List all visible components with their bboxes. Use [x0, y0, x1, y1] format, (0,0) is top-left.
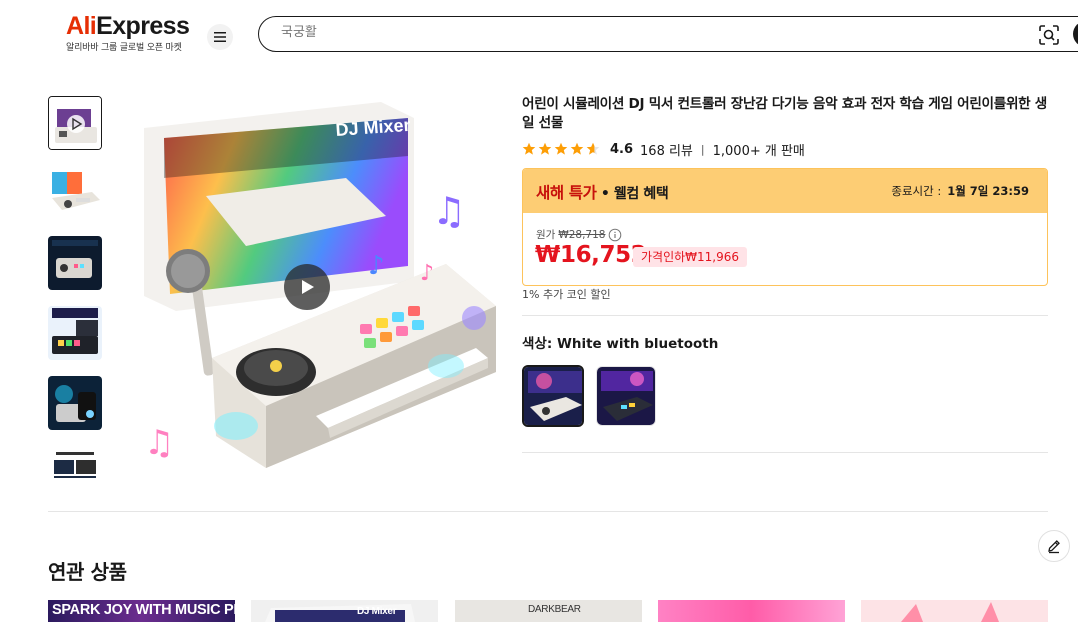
rating-value: 4.6	[610, 141, 634, 157]
star-icon	[554, 142, 568, 155]
sale-price: ₩16,752	[535, 242, 647, 268]
promo-end-value: 1월 7일 23:59	[947, 184, 1029, 198]
search-input[interactable]	[281, 25, 1001, 40]
svg-text:♪: ♪	[368, 251, 385, 281]
logo-text-express: Express	[96, 12, 190, 40]
original-price: 원가 ₩28,718	[536, 227, 622, 242]
color-label: 색상: White with bluetooth	[522, 336, 719, 352]
promo-header: 새해 특가 • 웰컴 혜택 종료시간 : 1월 7일 23:59	[523, 169, 1047, 213]
thumbnail-image[interactable]	[48, 306, 102, 360]
logo-subtitle: 알리바바 그룹 글로벌 오픈 마켓	[66, 43, 182, 53]
svg-text:♪: ♪	[420, 261, 434, 286]
star-rating	[522, 142, 600, 156]
pencil-icon	[1048, 540, 1060, 554]
menu-button[interactable]	[207, 24, 233, 50]
thumbnail-image[interactable]	[48, 376, 102, 430]
promo-box: 새해 특가 • 웰컴 혜택 종료시간 : 1월 7일 23:59 원가 ₩28,7…	[522, 168, 1048, 286]
thumbnail-image[interactable]	[48, 446, 102, 478]
related-product-caption: DJ Mixer	[357, 606, 397, 617]
promo-end-label: 종료시간 :	[891, 184, 942, 198]
related-product-card[interactable]: DARKBEAR	[455, 600, 642, 622]
aliexpress-logo[interactable]: AliExpress 알리바바 그룹 글로벌 오픈 마켓	[66, 12, 190, 53]
review-count[interactable]: 168 리뷰	[640, 140, 693, 159]
color-option-2[interactable]	[596, 366, 656, 426]
related-product-card[interactable]: DJ Mixer	[251, 600, 438, 622]
logo-text-ali: Ali	[66, 12, 97, 40]
thumbnail-list	[48, 96, 102, 478]
image-search-icon[interactable]	[1038, 24, 1060, 46]
color-option-white-bluetooth[interactable]	[522, 365, 584, 427]
promo-title-red: 새해 특가	[536, 184, 597, 202]
promo-title-dark: • 웰컴 혜택	[596, 186, 669, 202]
hamburger-icon	[214, 32, 226, 42]
star-icon	[522, 142, 536, 155]
search-button[interactable]	[1073, 21, 1078, 47]
original-price-value: ₩28,718	[558, 228, 606, 241]
svg-text:♫: ♫	[144, 423, 174, 463]
divider	[522, 315, 1048, 316]
product-title: 어린이 시뮬레이션 DJ 믹서 컨트롤러 장난감 다기능 음악 효과 전자 학습…	[522, 96, 1047, 131]
star-half-icon	[586, 142, 600, 155]
promo-title: 새해 특가 • 웰컴 혜택	[536, 181, 669, 203]
discount-badge: 가격인하₩11,966	[633, 247, 748, 267]
related-product-card[interactable]	[658, 600, 845, 622]
sold-count: 1,000+ 개 판매	[712, 143, 805, 159]
thumbnail-image[interactable]	[48, 166, 102, 220]
divider	[522, 452, 1048, 453]
search-bar	[258, 16, 1078, 52]
promo-end-time: 종료시간 : 1월 7일 23:59	[891, 183, 1029, 199]
thumbnail-image[interactable]	[48, 236, 102, 290]
svg-text:♫: ♫	[432, 189, 466, 233]
related-product-card[interactable]	[861, 600, 1048, 622]
related-product-caption: SPARK JOY WITH MUSIC PLAY	[52, 602, 235, 618]
star-icon	[570, 142, 584, 155]
thumbnail-video[interactable]	[48, 96, 102, 150]
related-products-title: 연관 상품	[48, 560, 127, 584]
separator: |	[700, 142, 705, 156]
star-icon	[538, 142, 552, 155]
edit-button[interactable]	[1038, 530, 1070, 562]
related-product-caption: DARKBEAR	[528, 604, 581, 615]
divider	[48, 511, 1048, 512]
rating-row[interactable]: 4.6 168 리뷰 | 1,000+ 개 판매	[522, 140, 805, 159]
original-price-label: 원가	[536, 229, 556, 241]
related-product-card[interactable]: SPARK JOY WITH MUSIC PLAY	[48, 600, 235, 622]
main-product-image[interactable]: DJ Mixer ♫ ♪ ♪ ♫	[116, 96, 498, 478]
info-icon[interactable]	[608, 228, 622, 242]
play-icon	[302, 280, 314, 294]
coin-discount: 1% 추가 코인 할인	[522, 288, 611, 301]
play-video-button[interactable]	[284, 264, 330, 310]
